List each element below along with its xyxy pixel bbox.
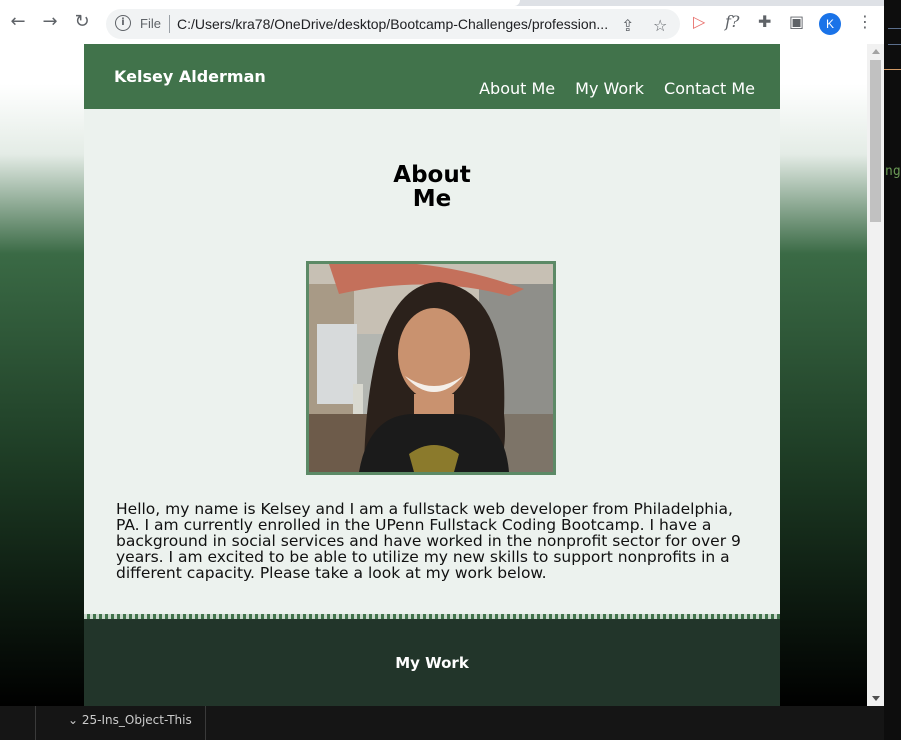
address-bar[interactable]: i File C:/Users/kra78/OneDrive/desktop/B… bbox=[106, 9, 680, 39]
url-text[interactable]: C:/Users/kra78/OneDrive/desktop/Bootcamp… bbox=[177, 16, 608, 32]
nav-link-contact-me[interactable]: Contact Me bbox=[664, 79, 755, 98]
background-line bbox=[888, 44, 901, 45]
portfolio-page: Kelsey Alderman About Me My Work Contact… bbox=[84, 44, 780, 706]
page-viewport: Kelsey Alderman About Me My Work Contact… bbox=[0, 44, 867, 706]
background-window bbox=[884, 0, 901, 740]
editor-gutter bbox=[205, 706, 206, 740]
page-scrollbar[interactable] bbox=[867, 44, 884, 706]
reload-icon[interactable]: ↻ bbox=[72, 12, 92, 32]
about-bio: Hello, my name is Kelsey and I am a full… bbox=[116, 500, 741, 582]
background-editor-text: ngs bbox=[885, 164, 901, 179]
background-line bbox=[888, 28, 901, 29]
forward-arrow-icon[interactable]: → bbox=[40, 12, 60, 32]
extensions-puzzle-icon[interactable]: ✚ bbox=[758, 12, 771, 31]
explorer-folder-label: 25-Ins_Object-This bbox=[81, 713, 192, 727]
background-line bbox=[884, 69, 901, 70]
formula-extension-icon[interactable]: f? bbox=[725, 12, 740, 31]
back-arrow-icon[interactable]: ← bbox=[8, 12, 28, 32]
profile-photo bbox=[306, 261, 556, 475]
site-nav: About Me My Work Contact Me bbox=[479, 79, 755, 98]
my-work-heading: My Work bbox=[395, 654, 469, 672]
address-separator bbox=[169, 15, 170, 33]
record-extension-icon[interactable]: ▷ bbox=[693, 12, 705, 31]
nav-link-about-me[interactable]: About Me bbox=[479, 79, 555, 98]
my-work-section: My Work bbox=[84, 619, 780, 706]
bookmark-star-icon[interactable]: ☆ bbox=[653, 16, 667, 35]
site-name: Kelsey Alderman bbox=[114, 67, 266, 86]
editor-explorer-strip: ⌄ 25-Ins_Object-This bbox=[0, 706, 884, 740]
menu-kebab-icon[interactable]: ⋮ bbox=[857, 12, 873, 31]
browser-toolbar: ← → ↻ i File C:/Users/kra78/OneDrive/des… bbox=[0, 0, 884, 45]
about-heading-line2: Me bbox=[412, 186, 452, 212]
scroll-up-arrow-icon[interactable] bbox=[872, 49, 880, 54]
chevron-down-icon: ⌄ bbox=[68, 713, 79, 727]
explorer-folder-item[interactable]: ⌄ 25-Ins_Object-This bbox=[68, 713, 192, 727]
info-icon[interactable]: i bbox=[115, 15, 131, 31]
tab-strip bbox=[0, 0, 884, 6]
editor-gutter bbox=[35, 706, 36, 740]
scrollbar-thumb[interactable] bbox=[870, 60, 881, 222]
share-icon[interactable]: ⇪ bbox=[621, 16, 634, 35]
site-header: Kelsey Alderman About Me My Work Contact… bbox=[84, 44, 780, 109]
profile-avatar[interactable]: K bbox=[819, 13, 841, 35]
about-heading-line1: About bbox=[393, 162, 471, 188]
profile-photo-illustration bbox=[309, 264, 553, 472]
about-section: About Me Hello, my name is Kelsey and I … bbox=[84, 109, 780, 614]
nav-link-my-work[interactable]: My Work bbox=[575, 79, 644, 98]
scroll-down-arrow-icon[interactable] bbox=[872, 696, 880, 701]
file-scheme-label: File bbox=[140, 16, 161, 31]
active-tab[interactable] bbox=[0, 0, 520, 6]
about-heading: About Me bbox=[84, 163, 780, 211]
side-panel-icon[interactable]: ▣ bbox=[789, 12, 804, 31]
